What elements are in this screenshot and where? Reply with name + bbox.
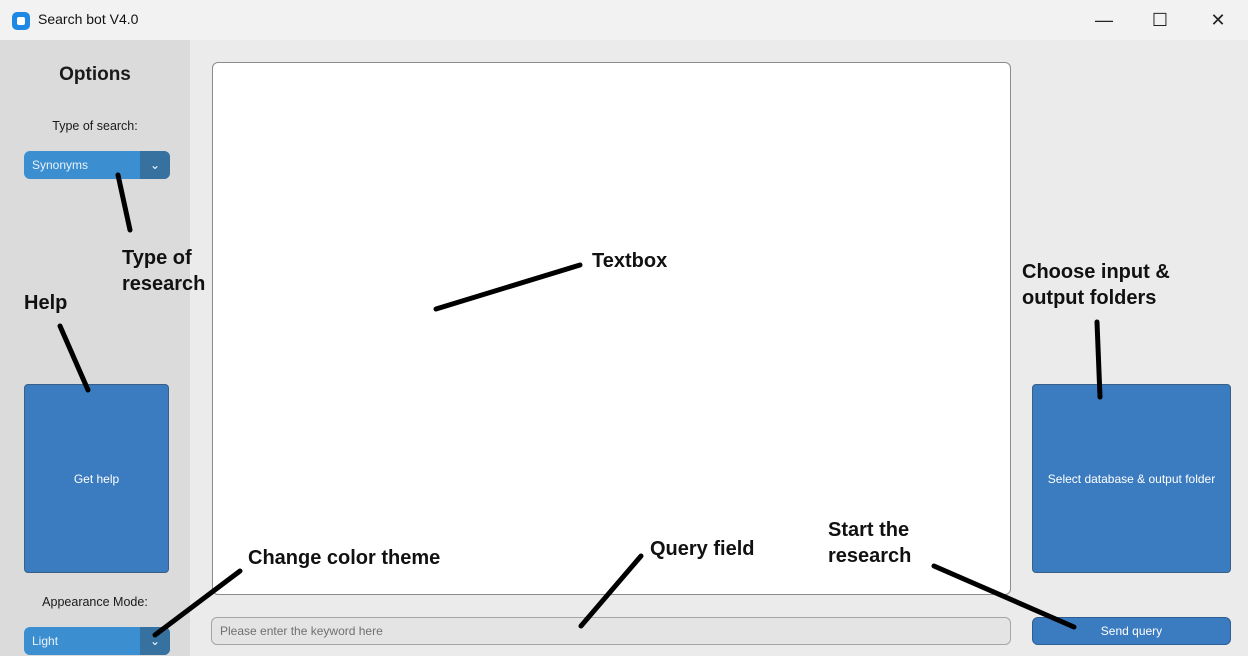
search-type-label: Type of search: [52,119,138,133]
search-type-value: Synonyms [32,158,89,172]
annotation-change-theme: Change color theme [248,547,441,569]
chevron-down-icon[interactable]: ⌄ [140,627,170,655]
annotation-query-field: Query field [650,538,755,560]
annotation-text: research [122,273,206,295]
chevron-down-icon[interactable]: ⌄ [140,151,170,179]
send-query-button[interactable]: Send query [1032,617,1231,645]
annotation-text: research [828,545,912,567]
annotation-text: Start the [828,519,910,541]
app-icon [12,12,30,30]
appearance-mode-value: Light [32,634,59,648]
close-icon[interactable]: ✕ [1206,8,1230,32]
appearance-mode-dropdown[interactable]: Light ⌄ [24,627,170,655]
annotation-help: Help [24,292,68,314]
minimize-icon[interactable]: — [1092,8,1116,32]
select-database-button[interactable]: Select database & output folder [1032,384,1231,573]
annotation-choose-folders: Choose input & output folders [1022,259,1170,311]
window-title: Search bot V4.0 [38,11,139,27]
annotation-text: Type of [122,247,192,269]
title-bar: Search bot V4.0 — ☐ ✕ [0,0,1248,40]
search-type-dropdown[interactable]: Synonyms ⌄ [24,151,170,179]
get-help-button[interactable]: Get help [24,384,169,573]
annotation-type-of-research: Type of research [122,245,205,297]
annotation-start-research: Start the research [828,517,911,569]
annotation-text: Choose input & [1022,261,1170,283]
annotation-text: output folders [1022,287,1157,309]
annotation-textbox: Textbox [592,250,668,272]
output-textbox[interactable] [212,62,1011,595]
query-input[interactable] [211,617,1011,645]
maximize-icon[interactable]: ☐ [1148,8,1172,32]
sidebar: Options Type of search: Synonyms ⌄ Get h… [0,40,190,656]
options-title: Options [59,64,131,85]
appearance-mode-label: Appearance Mode: [42,595,148,609]
